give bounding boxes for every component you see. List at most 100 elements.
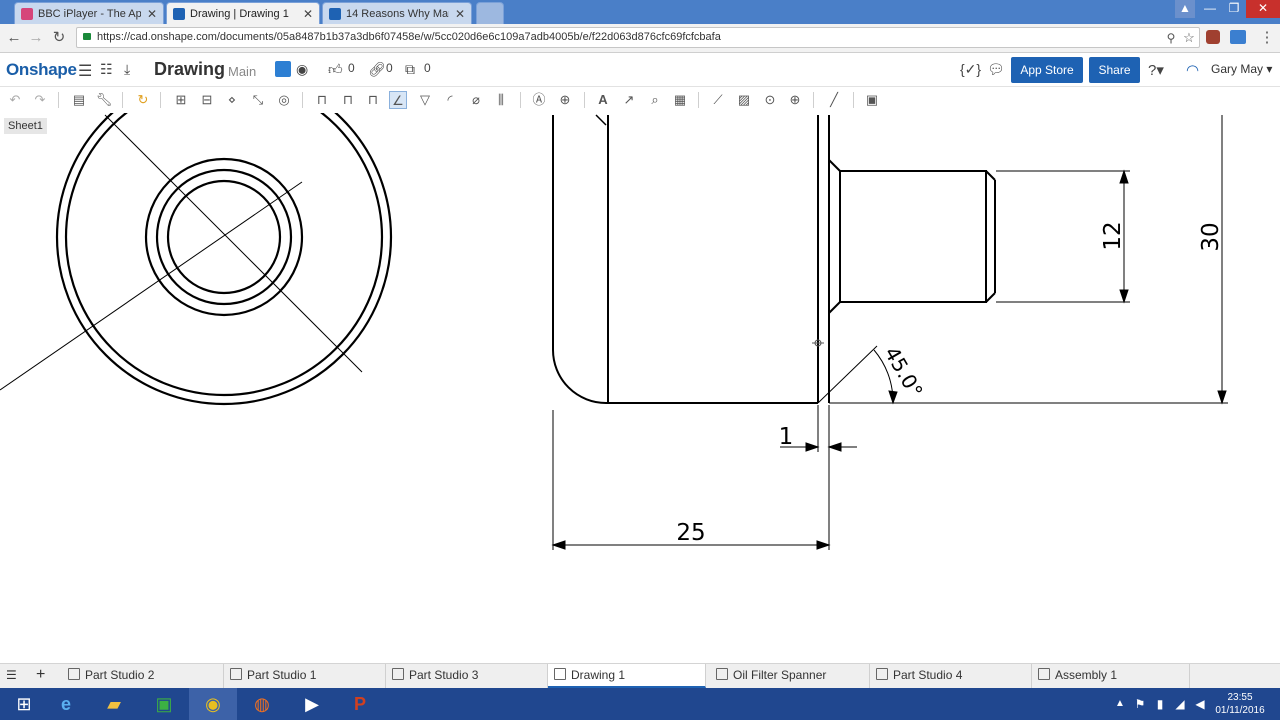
add-tab-icon[interactable]: + [30, 664, 58, 688]
tab-part-studio-2[interactable]: Part Studio 2 [62, 664, 224, 688]
profile-icon[interactable]: ▲ [1175, 0, 1195, 18]
globe-icon[interactable]: ◉ [296, 61, 308, 78]
close-tab-icon[interactable]: ✕ [455, 7, 465, 21]
minimize-icon[interactable]: — [1198, 0, 1222, 18]
dimension-angle-label[interactable]: 45.0° [880, 343, 928, 402]
extension-pc-icon[interactable] [1230, 30, 1246, 44]
share-button[interactable]: Share [1089, 57, 1140, 83]
windows-start-icon[interactable]: ⊞ [0, 688, 48, 720]
app-store-button[interactable]: App Store [1011, 57, 1083, 83]
line-icon[interactable]: ╱ [825, 91, 843, 109]
tab-part-studio-1[interactable]: Part Studio 1 [224, 664, 386, 688]
table-icon[interactable]: ▦ [671, 91, 689, 109]
hatch-icon[interactable]: ▨ [735, 91, 753, 109]
centerpoint-icon[interactable]: ⊕ [786, 91, 804, 109]
restore-icon[interactable]: ❐ [1222, 0, 1246, 18]
note-text-icon[interactable]: A [594, 91, 612, 109]
tray-volume-icon[interactable]: ◀ [1190, 688, 1210, 720]
extension-camera-icon[interactable] [1206, 30, 1220, 44]
redo-icon[interactable]: ↷ [31, 91, 49, 109]
insert-icon[interactable]: ⤓ [124, 61, 130, 78]
angular-dimension-alt-icon[interactable]: ▽ [416, 91, 434, 109]
section-view-icon[interactable]: ⤡ [249, 91, 267, 109]
image-icon[interactable]: ▣ [863, 91, 881, 109]
reload-icon[interactable]: ↻ [50, 29, 68, 47]
sheet-label[interactable]: Sheet1 [4, 118, 47, 134]
sheet-properties-icon[interactable]: ▤ [70, 91, 88, 109]
tab-assembly-1[interactable]: Assembly 1 [1032, 664, 1190, 688]
insert-view-icon[interactable]: ⊞ [172, 91, 190, 109]
baseline-dimension-icon[interactable]: ⊓ [339, 91, 357, 109]
copy-icon[interactable]: ⧉ [405, 61, 415, 78]
dimension-30-label[interactable]: 30 [1198, 222, 1224, 251]
chrome-icon[interactable]: ◉ [189, 688, 237, 720]
help-icon[interactable]: ?▾ [1148, 61, 1164, 79]
menu-icon[interactable]: ⋮ [1258, 29, 1276, 47]
tab-part-studio-3[interactable]: Part Studio 3 [386, 664, 548, 688]
geometric-tolerance-icon[interactable]: ⊕ [556, 91, 574, 109]
url-input[interactable]: https://cad.onshape.com/documents/05a848… [76, 27, 1200, 48]
comments-icon[interactable]: 💬︎ [987, 61, 1005, 78]
back-arrow-icon[interactable]: ← [5, 29, 23, 47]
close-window-icon[interactable]: ✕ [1246, 0, 1280, 18]
chain-dimension-icon[interactable]: ⊓ [364, 91, 382, 109]
user-avatar-icon[interactable]: ◠ [1186, 61, 1199, 79]
powerpoint-icon[interactable]: P [336, 688, 384, 720]
version-graph-icon[interactable] [275, 61, 291, 77]
store-icon[interactable]: ▣ [140, 688, 188, 720]
projected-view-icon[interactable]: ⊟ [198, 91, 216, 109]
centerline-icon[interactable]: ⟋ [709, 91, 727, 109]
auxiliary-view-icon[interactable]: ⋄ [223, 91, 241, 109]
tab-list-icon[interactable]: ☰ [0, 664, 30, 688]
radial-dimension-icon[interactable]: ◜ [441, 91, 459, 109]
centermark-icon[interactable]: ⊙ [761, 91, 779, 109]
close-tab-icon[interactable]: ✕ [147, 7, 157, 21]
tab-part-studio-4[interactable]: Part Studio 4 [870, 664, 1032, 688]
tab-oil-filter-spanner[interactable]: Oil Filter Spanner [710, 664, 870, 688]
media-player-icon[interactable]: ▶ [288, 688, 336, 720]
tray-up-arrow-icon[interactable]: ▲ [1110, 688, 1130, 720]
forward-arrow-icon[interactable]: → [27, 29, 45, 47]
diameter-dimension-icon[interactable]: ⌀ [467, 91, 485, 109]
front-view[interactable] [552, 114, 996, 404]
onshape-logo[interactable]: Onshape [6, 60, 77, 80]
bookmark-star-icon[interactable]: ☆ [1180, 29, 1198, 47]
new-tab-button[interactable] [476, 2, 504, 24]
angular-dimension-icon[interactable]: ∠ [389, 91, 407, 109]
inspection-icon[interactable]: ⌕ [646, 91, 664, 109]
detail-view-icon[interactable]: ◎ [275, 91, 293, 109]
dimension-25-label[interactable]: 25 [676, 520, 705, 546]
leader-icon[interactable]: ↗ [620, 91, 638, 109]
internet-explorer-icon[interactable]: e [42, 688, 90, 720]
hamburger-menu-icon[interactable]: ☰ [78, 61, 92, 81]
user-menu[interactable]: Gary May ▾ [1211, 62, 1272, 76]
tray-flag-icon[interactable]: ⚑ [1130, 688, 1150, 720]
tab-drawing-1[interactable]: Drawing 1 [548, 664, 706, 688]
variables-icon[interactable]: {✓} [960, 61, 981, 78]
feature-list-icon[interactable]: ☷ [100, 61, 113, 78]
browser-tab-14-reasons[interactable]: 14 Reasons Why Manufa ✕ [322, 2, 472, 24]
close-tab-icon[interactable]: ✕ [303, 7, 313, 21]
workspace-name[interactable]: Main [228, 64, 256, 79]
ordinate-dimension-icon[interactable]: ⫼ [492, 91, 510, 109]
firefox-icon[interactable]: ◍ [238, 688, 286, 720]
document-name[interactable]: Drawing [154, 59, 225, 80]
tray-network-icon[interactable]: ◢ [1170, 688, 1190, 720]
location-pin-icon[interactable]: ⚲ [1162, 29, 1180, 47]
link-icon[interactable]: 🔗︎ [368, 61, 386, 78]
system-clock[interactable]: 23:55 01/11/2016 [1210, 691, 1270, 717]
dimension-1-label[interactable]: 1 [779, 424, 794, 450]
browser-tab-drawing[interactable]: Drawing | Drawing 1 ✕ [166, 2, 320, 24]
drawing-canvas[interactable]: 12 30 1 25 45.0° [0, 113, 1280, 663]
callout-icon[interactable]: Ⓐ [530, 91, 548, 109]
wrench-icon[interactable]: 🔧︎ [95, 91, 113, 109]
file-explorer-icon[interactable]: ▰ [90, 688, 138, 720]
side-view[interactable] [0, 113, 393, 406]
browser-tab-bbc-iplayer[interactable]: BBC iPlayer - The Appren ✕ [14, 2, 164, 24]
like-icon[interactable]: 👍︎ [328, 61, 343, 78]
update-icon[interactable]: ↻ [134, 91, 152, 109]
undo-icon[interactable]: ↶ [6, 91, 24, 109]
linear-dimension-icon[interactable]: ⊓ [313, 91, 331, 109]
dimension-12-label[interactable]: 12 [1100, 221, 1126, 250]
tray-battery-icon[interactable]: ▮ [1150, 688, 1170, 720]
